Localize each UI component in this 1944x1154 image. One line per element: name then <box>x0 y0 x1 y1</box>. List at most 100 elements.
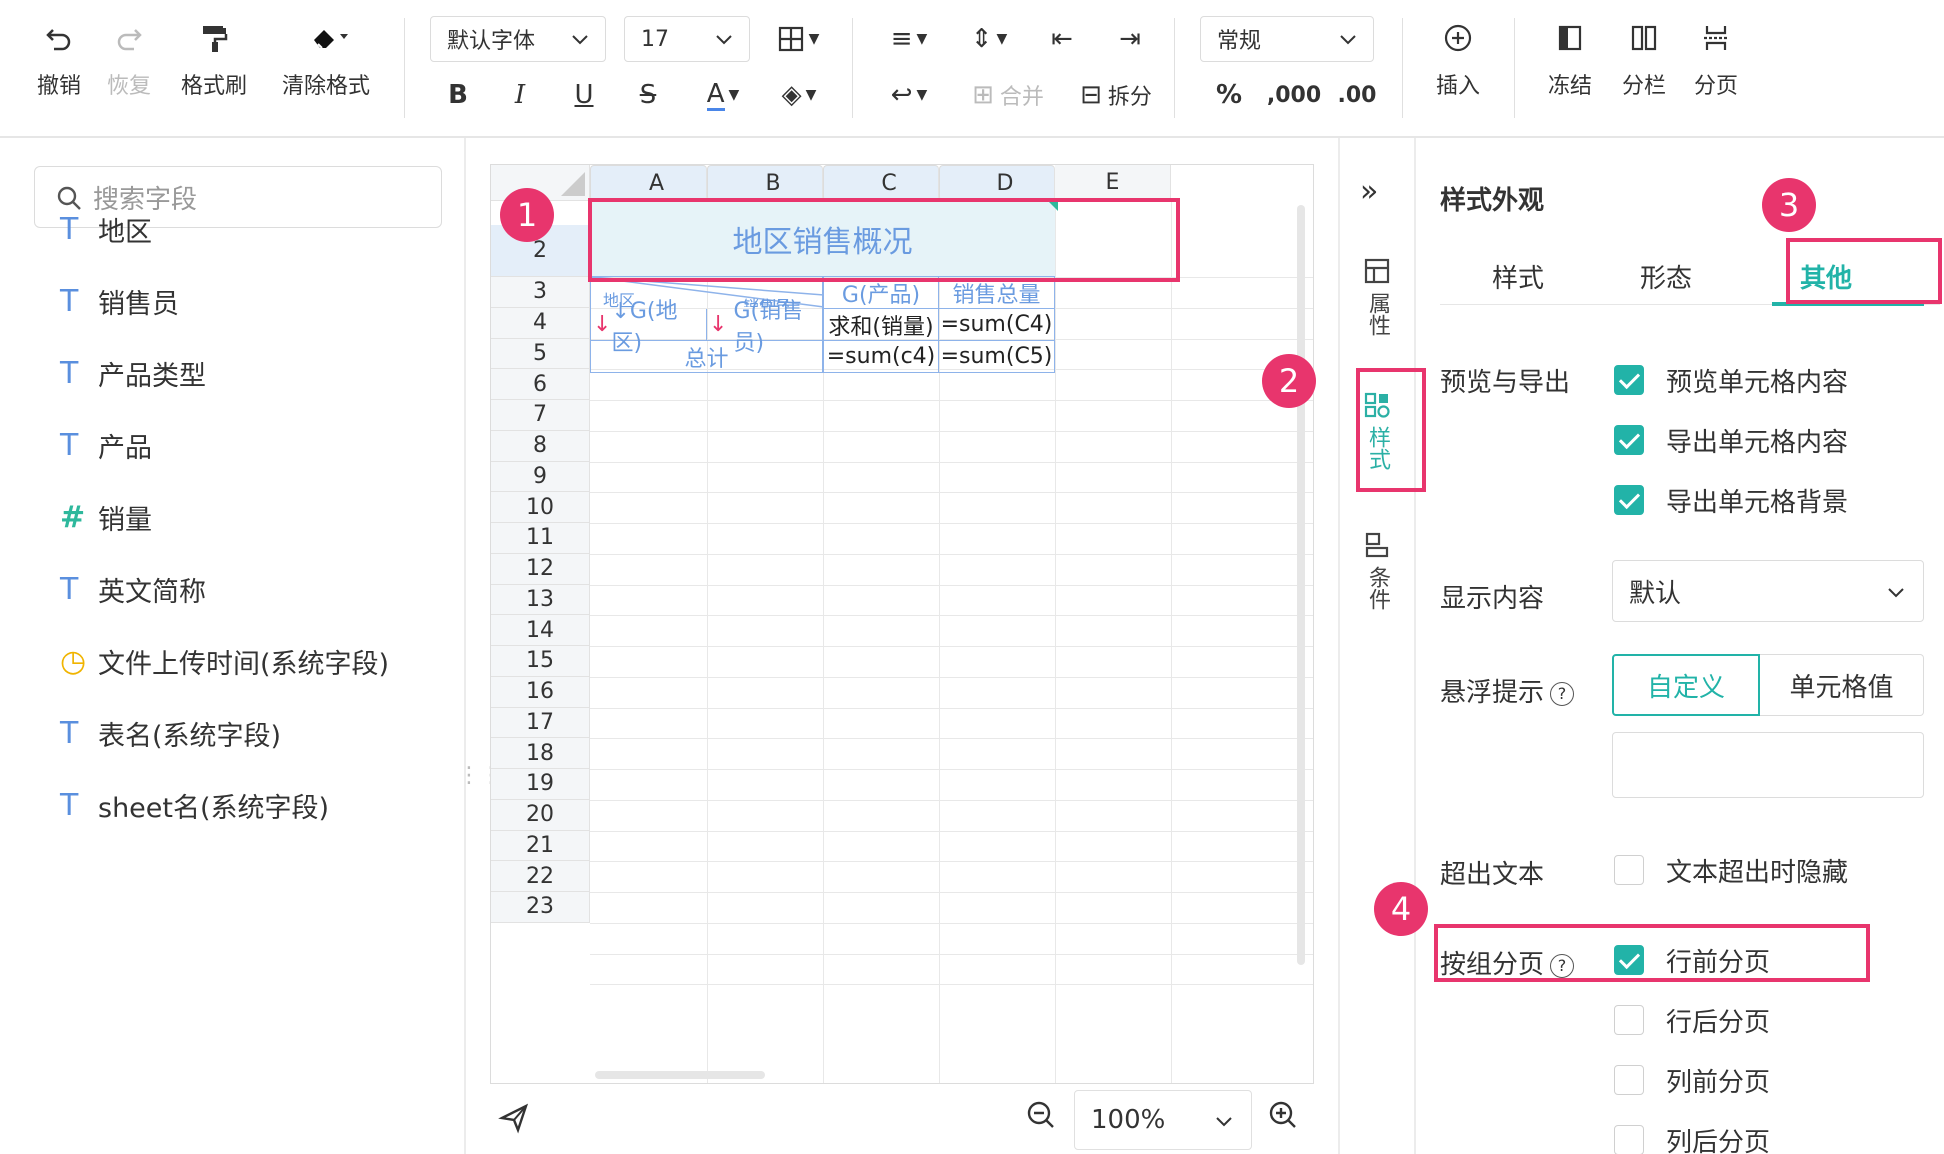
align-button[interactable]: ≡ ▼ <box>880 18 938 60</box>
help-icon[interactable]: ? <box>1550 681 1575 706</box>
strikethrough-icon[interactable]: S <box>630 72 666 118</box>
row-header[interactable]: 18 <box>491 738 590 769</box>
font-family-select[interactable]: 默认字体 <box>430 16 606 62</box>
cell-ab5[interactable]: 总计 <box>590 341 823 373</box>
field-item[interactable]: T 英文简称 <box>60 570 206 609</box>
fill-color-button[interactable]: ◈ ▼ <box>770 72 828 118</box>
horizontal-scrollbar[interactable] <box>595 1071 765 1079</box>
row-header[interactable]: 11 <box>491 523 590 554</box>
redo-button[interactable]: 恢复 <box>104 22 154 100</box>
preview-cell-content-checkbox[interactable] <box>1614 365 1644 395</box>
row-header[interactable]: 10 <box>491 492 590 523</box>
bold-icon[interactable]: B <box>440 72 476 118</box>
decimal-button[interactable]: .00 <box>1334 74 1380 116</box>
tooltip-cell-value-button[interactable]: 单元格值 <box>1760 654 1924 716</box>
format-painter-label: 格式刷 <box>180 74 247 99</box>
row-header[interactable]: 8 <box>491 430 590 462</box>
field-item[interactable]: ◷ 文件上传时间(系统字段) <box>60 642 389 681</box>
field-item[interactable]: T 产品 <box>60 426 152 465</box>
column-header[interactable]: A <box>590 165 707 201</box>
export-cell-content-checkbox[interactable] <box>1614 425 1644 455</box>
vertical-scrollbar[interactable] <box>1297 205 1305 965</box>
thousands-button[interactable]: ,000 <box>1264 74 1324 116</box>
row-header[interactable]: 5 <box>491 338 590 370</box>
row-header[interactable]: 15 <box>491 646 590 677</box>
tooltip-cell-value-label: 单元格值 <box>1789 672 1894 703</box>
zoom-out-icon[interactable] <box>1022 1096 1062 1136</box>
cell-d4[interactable]: =sum(C4) <box>939 309 1055 341</box>
border-button[interactable]: ▼ <box>770 18 826 60</box>
field-item[interactable]: Tsheet名(系统字段) <box>60 786 329 825</box>
row-header[interactable]: 3 <box>491 277 590 308</box>
cell-c5[interactable]: =sum(c4) <box>823 341 939 373</box>
insert-button[interactable]: 插入 <box>1428 22 1488 100</box>
tab-properties[interactable]: 属性 <box>1340 256 1414 336</box>
cell-a4[interactable]: ↓ ↓G(地区) <box>590 299 707 356</box>
cell-ab5-text: 总计 <box>684 346 729 372</box>
field-item[interactable]: T 表名(系统字段) <box>60 714 281 753</box>
row-header[interactable]: 6 <box>491 369 590 400</box>
row-header[interactable]: 23 <box>491 892 590 923</box>
wrap-button[interactable]: ↩ ▼ <box>880 74 938 116</box>
field-item[interactable]: T 地区 <box>60 210 152 249</box>
column-header[interactable]: C <box>823 165 939 201</box>
zoom-select[interactable]: 100% <box>1074 1090 1252 1150</box>
page-after-col-checkbox[interactable] <box>1614 1125 1644 1154</box>
row-header[interactable]: 9 <box>491 461 590 493</box>
split-button[interactable]: ⊟ 拆分 <box>1068 74 1164 116</box>
font-color-button[interactable]: A ▼ <box>694 72 752 118</box>
column-header[interactable]: B <box>707 165 823 201</box>
tab-shape[interactable]: 形态 <box>1640 258 1692 295</box>
percent-button[interactable]: % <box>1206 74 1252 116</box>
vertical-align-button[interactable]: ⇕ ▼ <box>960 18 1018 60</box>
cell-b4[interactable]: ↓ G(销售员) <box>707 299 823 356</box>
collapse-icon[interactable]: » <box>1360 174 1378 209</box>
overflow-hide-checkbox[interactable] <box>1614 855 1644 885</box>
cell-c4[interactable]: 求和(销量) <box>823 309 939 341</box>
number-format-select[interactable]: 常规 <box>1200 16 1374 62</box>
display-content-select[interactable]: 默认 <box>1612 560 1924 622</box>
tab-condition[interactable]: 条件 <box>1340 530 1414 610</box>
tooltip-custom-button[interactable]: 自定义 <box>1612 654 1760 716</box>
annotation-box-other-tab <box>1786 238 1942 304</box>
cell-d5[interactable]: =sum(C5) <box>939 341 1055 373</box>
tooltip-custom-input[interactable] <box>1612 732 1924 798</box>
field-item[interactable]: # 销量 <box>60 498 152 537</box>
clear-format-button[interactable]: 清除格式 <box>274 22 378 100</box>
underline-icon[interactable]: U <box>566 72 602 118</box>
row-header[interactable]: 4 <box>491 307 590 339</box>
property-sidebar: » 属性 样式 条件 <box>1338 138 1416 1154</box>
row-header[interactable]: 20 <box>491 799 590 831</box>
row-header[interactable]: 17 <box>491 707 590 739</box>
row-header[interactable]: 13 <box>491 584 590 616</box>
pagination-button[interactable]: 分页 <box>1686 22 1746 100</box>
field-item[interactable]: T 销售员 <box>60 282 179 321</box>
italic-icon[interactable]: I <box>502 72 538 118</box>
zoom-in-icon[interactable] <box>1264 1096 1304 1136</box>
column-header[interactable]: E <box>1055 165 1171 201</box>
row-header[interactable]: 14 <box>491 615 590 646</box>
spreadsheet-canvas[interactable]: ABCDE 2 3 4 5 6 7 8 9 10 11 12 13 14 15 16 17 18 19 20 21 22… <box>490 164 1314 1084</box>
row-header[interactable]: 12 <box>491 553 590 585</box>
row-header[interactable]: 7 <box>491 400 590 431</box>
row-header[interactable]: 21 <box>491 830 590 862</box>
tab-style-appearance[interactable]: 样式 <box>1492 258 1544 295</box>
row-header[interactable]: 19 <box>491 769 590 800</box>
outdent-icon[interactable]: ⇤ <box>1042 18 1082 60</box>
export-cell-bg-checkbox[interactable] <box>1614 485 1644 515</box>
row-header[interactable]: 16 <box>491 676 590 708</box>
freeze-button[interactable]: 冻结 <box>1540 22 1600 100</box>
merge-button[interactable]: ⊞ 合并 <box>960 74 1056 116</box>
row-header[interactable]: 22 <box>491 861 590 892</box>
format-painter-button[interactable]: 格式刷 <box>174 22 254 100</box>
chevron-down-icon <box>1340 35 1356 45</box>
indent-icon[interactable]: ⇥ <box>1110 18 1150 60</box>
field-item[interactable]: T 产品类型 <box>60 354 206 393</box>
columns-button[interactable]: 分栏 <box>1614 22 1674 100</box>
font-size-select[interactable]: 17 <box>624 16 750 62</box>
send-icon[interactable] <box>494 1096 538 1136</box>
undo-button[interactable]: 撤销 <box>34 22 84 100</box>
page-after-row-checkbox[interactable] <box>1614 1005 1644 1035</box>
page-before-col-checkbox[interactable] <box>1614 1065 1644 1095</box>
column-header[interactable]: D <box>939 165 1055 201</box>
